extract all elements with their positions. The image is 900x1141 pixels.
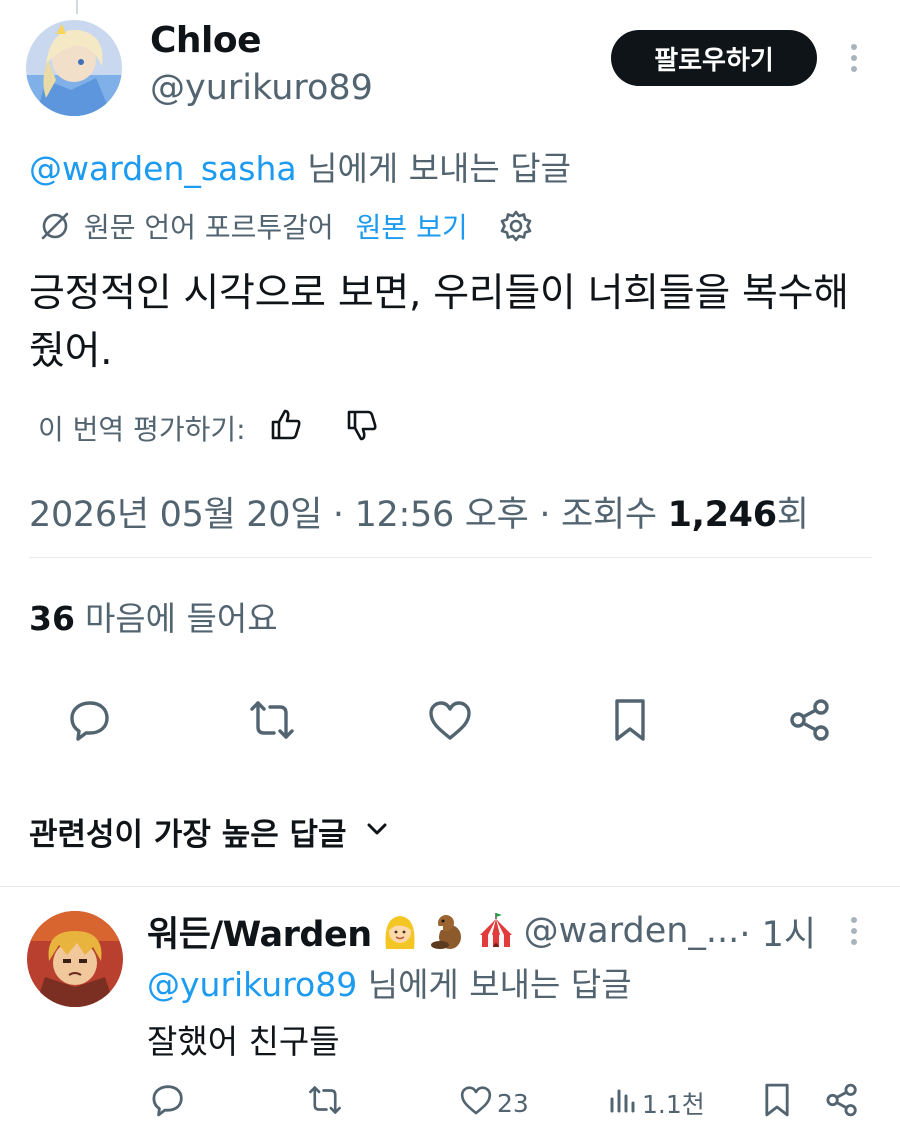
reply-like-button[interactable]: 23 bbox=[455, 1083, 529, 1123]
replies-sort-dropdown[interactable]: 관련성이 가장 높은 답글 bbox=[29, 806, 389, 856]
reply-to-suffix: 님에게 보내는 답글 bbox=[296, 149, 571, 188]
reply-author-name[interactable]: 워든/Warden bbox=[147, 906, 372, 957]
translation-bar: 원문 언어 포르투갈어 원본 보기 bbox=[38, 204, 534, 248]
reply-author-handle[interactable]: @warden_... bbox=[524, 911, 740, 951]
reply-bookmark-button[interactable] bbox=[759, 1083, 791, 1123]
settings-gear-icon[interactable] bbox=[498, 208, 534, 244]
reply-to-line: @warden_sasha 님에게 보내는 답글 bbox=[29, 142, 571, 190]
share-icon[interactable] bbox=[786, 696, 834, 744]
divider bbox=[29, 557, 872, 558]
reply-share-button[interactable] bbox=[820, 1083, 860, 1123]
thread-connector bbox=[76, 0, 78, 14]
view-count-suffix: 회 bbox=[776, 495, 809, 535]
reply-view-count: 1.1천 bbox=[642, 1090, 705, 1119]
author-handle[interactable]: @yurikuro89 bbox=[150, 68, 373, 108]
thumbs-down-icon[interactable] bbox=[344, 407, 380, 450]
more-options-icon[interactable] bbox=[848, 44, 860, 72]
source-language-label: 원문 언어 포르투갈어 bbox=[84, 211, 334, 244]
reply-icon[interactable] bbox=[66, 696, 114, 744]
reply-time[interactable]: · 1시 bbox=[739, 906, 816, 957]
post-text: 긍정적인 시각으로 보면, 우리들이 너희들을 복수해 줬어. bbox=[29, 271, 849, 374]
chevron-down-icon bbox=[365, 813, 389, 849]
blonde-person-emoji-icon bbox=[380, 911, 420, 951]
view-original-link[interactable]: 원본 보기 bbox=[356, 206, 468, 246]
likes-summary[interactable]: 36 마음에 들어요 bbox=[29, 592, 278, 640]
reply-bookmark-icon bbox=[763, 1082, 791, 1124]
reply-reply-icon bbox=[150, 1082, 186, 1124]
rate-translation-label: 이 번역 평가하기: bbox=[38, 413, 246, 446]
reply-header: 워든/Warden @warden_... · 1시 bbox=[147, 906, 816, 957]
analytics-bar-chart-icon bbox=[608, 1085, 638, 1121]
reply-repost-icon bbox=[306, 1083, 344, 1123]
reply-author-avatar[interactable] bbox=[27, 911, 123, 1007]
reply-reply-to-mention[interactable]: @yurikuro89 bbox=[147, 965, 357, 1004]
likes-label: 마음에 들어요 bbox=[84, 599, 278, 638]
follow-button[interactable]: 팔로우하기 bbox=[611, 30, 817, 86]
reply-reply-to-suffix: 님에게 보내는 답글 bbox=[357, 965, 632, 1004]
reply-text: 잘했어 친구들 bbox=[147, 1022, 340, 1061]
translate-icon bbox=[38, 209, 72, 243]
reply-views-button[interactable]: 1.1천 bbox=[604, 1083, 705, 1123]
author-avatar[interactable] bbox=[26, 20, 122, 116]
replies-sort-label: 관련성이 가장 높은 답글 bbox=[29, 816, 347, 853]
like-icon[interactable] bbox=[426, 696, 474, 744]
thumbs-up-icon[interactable] bbox=[268, 407, 304, 450]
reply-repost-button[interactable] bbox=[302, 1083, 344, 1123]
reply-reply-button[interactable] bbox=[146, 1083, 186, 1123]
view-count: 1,246 bbox=[667, 495, 778, 535]
post-metadata: 2026년 05월 20일 · 12:56 오후 · 조회수 1,246회 bbox=[29, 486, 809, 537]
reply-like-count: 23 bbox=[497, 1088, 529, 1118]
beaver-emoji-icon bbox=[428, 911, 468, 951]
reply-more-options-icon[interactable] bbox=[848, 917, 860, 945]
reply-share-icon bbox=[824, 1082, 860, 1124]
post-timestamp[interactable]: 2026년 05월 20일 · 12:56 오후 · 조회수 bbox=[29, 495, 668, 535]
reply-to-mention[interactable]: @warden_sasha bbox=[29, 149, 297, 188]
bookmark-icon[interactable] bbox=[608, 696, 652, 744]
reply-reply-to-line: @yurikuro89 님에게 보내는 답글 bbox=[147, 958, 632, 1006]
reply-like-icon bbox=[459, 1084, 493, 1122]
likes-count: 36 bbox=[29, 599, 75, 638]
divider bbox=[0, 886, 900, 887]
repost-icon[interactable] bbox=[246, 696, 298, 744]
author-name[interactable]: Chloe bbox=[150, 20, 262, 61]
rate-translation-row: 이 번역 평가하기: bbox=[38, 404, 380, 452]
circus-tent-emoji-icon bbox=[476, 911, 516, 951]
